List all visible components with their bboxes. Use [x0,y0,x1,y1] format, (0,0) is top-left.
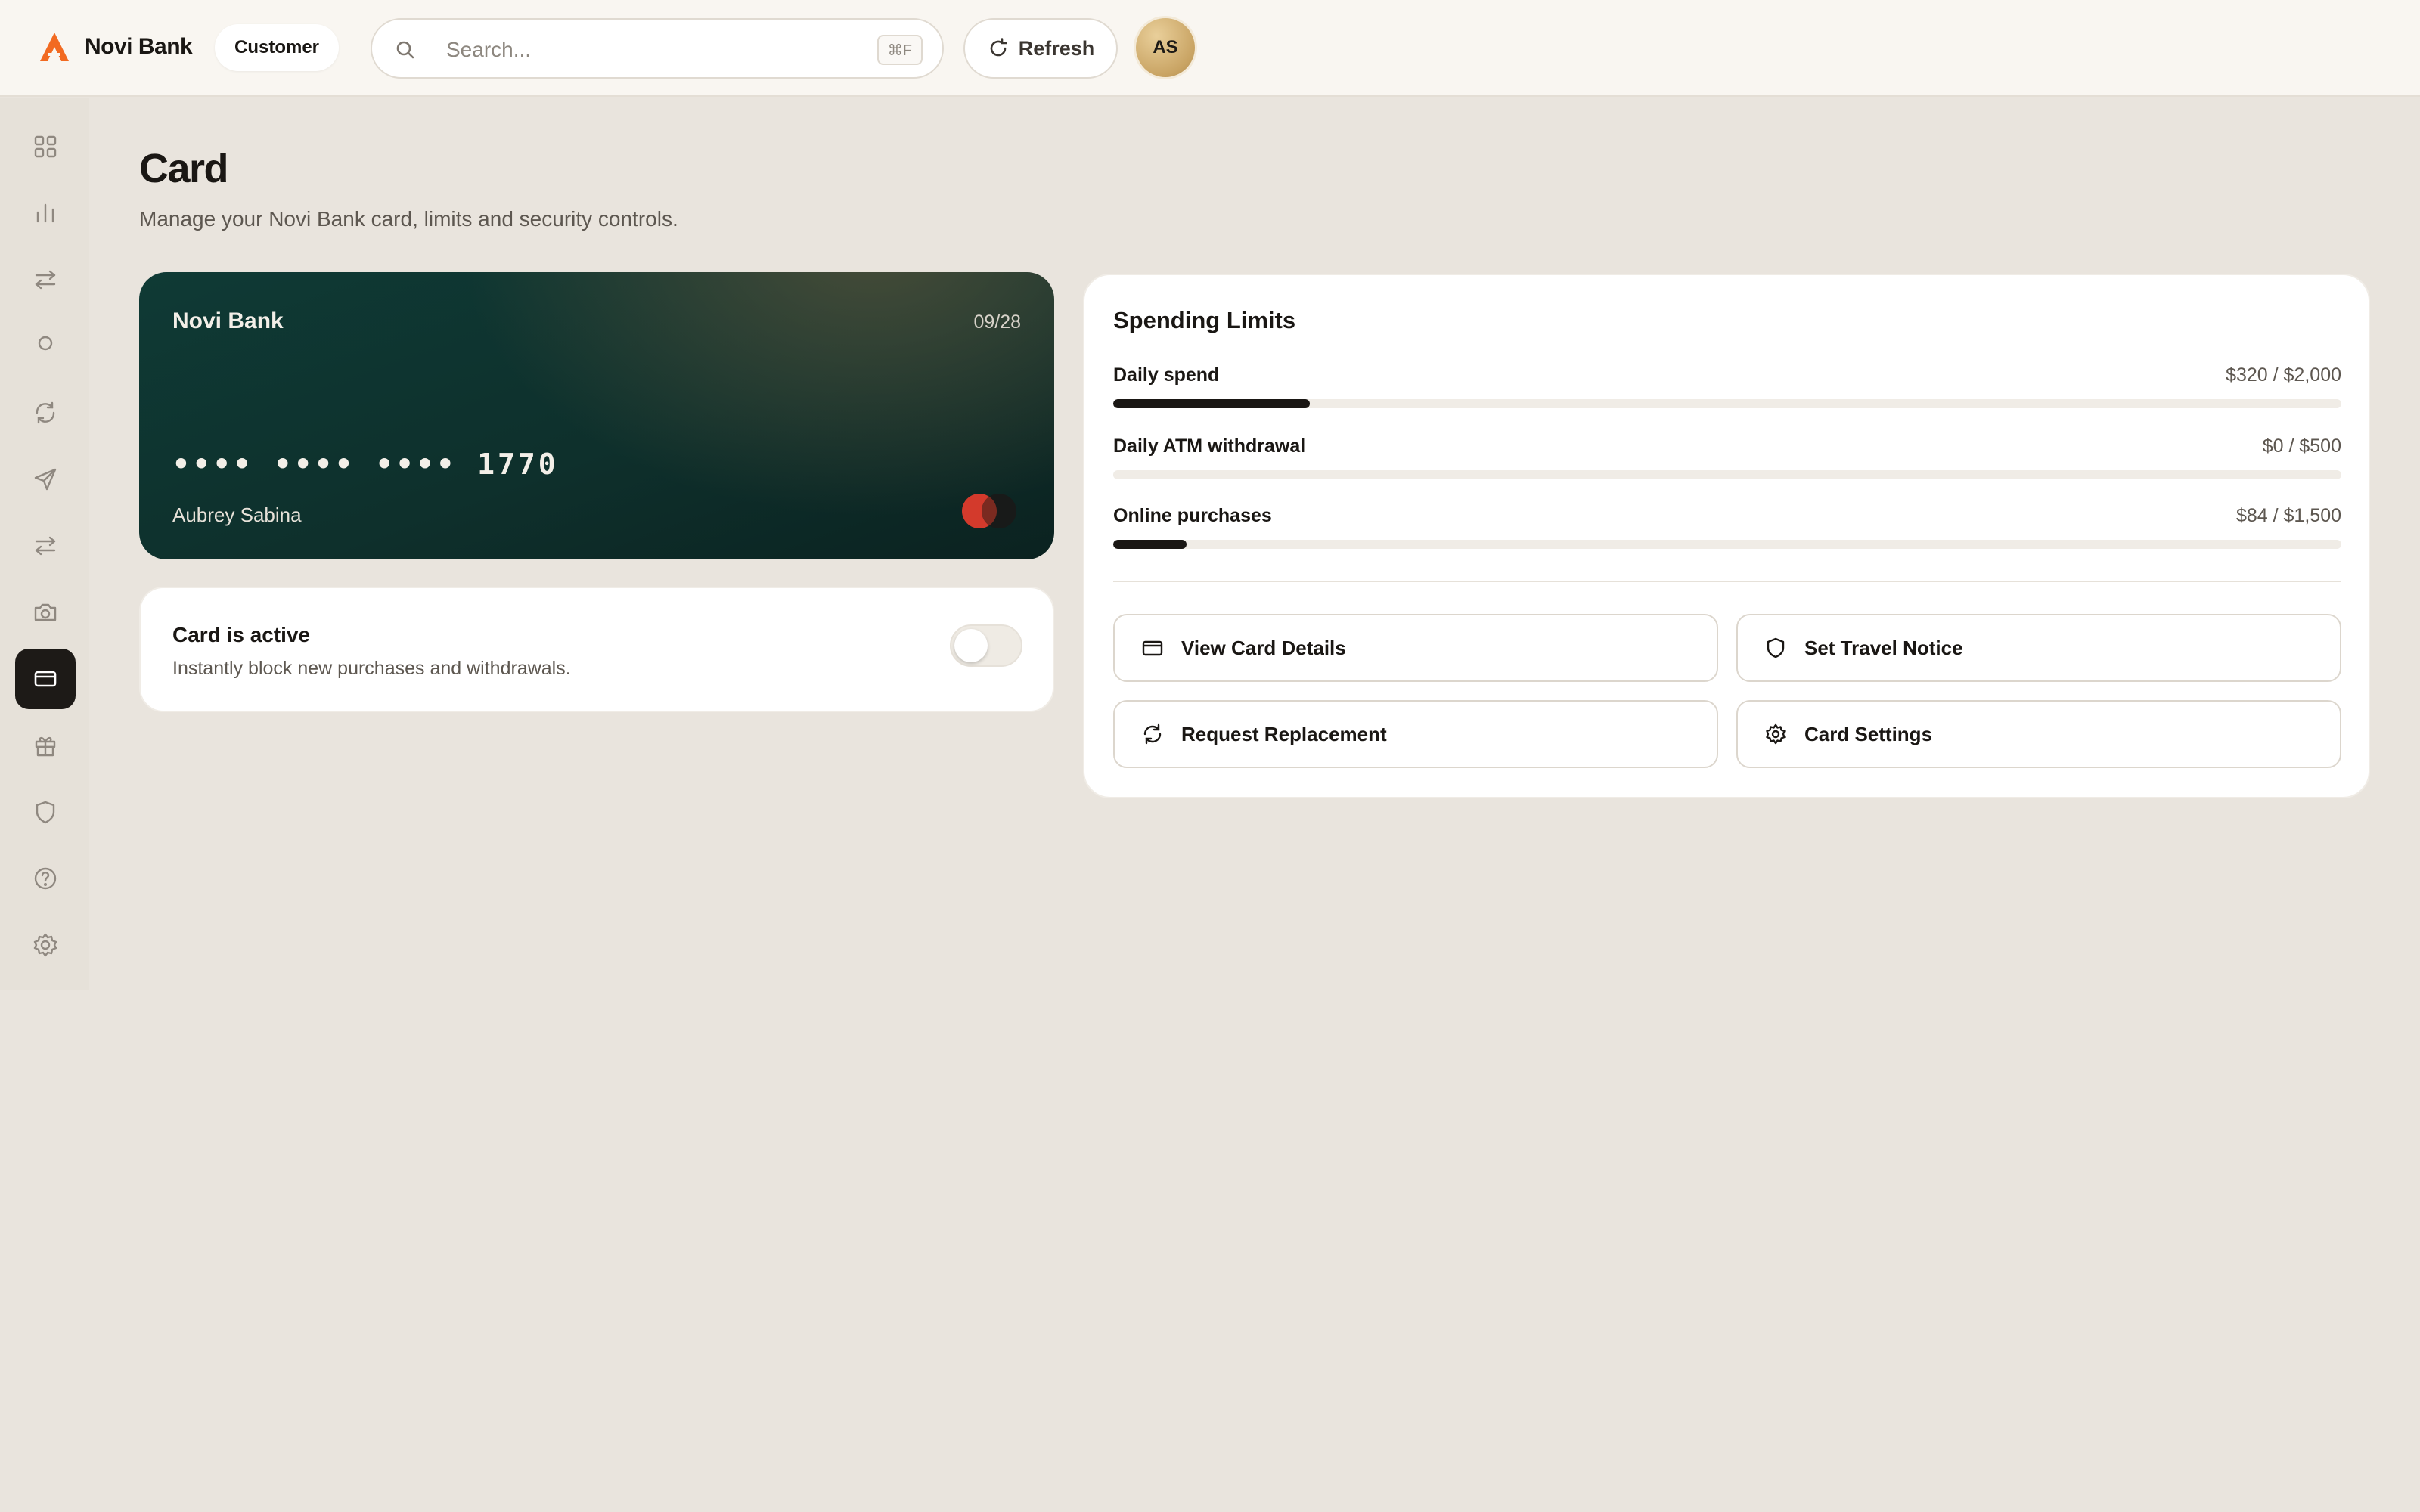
card-status-title: Card is active [172,623,311,646]
limit-progress-fill [1113,540,1187,549]
transfer-icon [35,270,56,290]
circle-icon [38,336,53,351]
gift-icon [35,736,56,757]
page-title: Card [139,146,229,191]
send-icon [34,468,57,491]
card-bank-name: Novi Bank [172,308,284,333]
spending-limits-title: Spending Limits [1113,307,1296,333]
sidebar-item-dashboard[interactable] [15,116,76,177]
brand-logo-icon [40,33,69,61]
shield-icon [1767,637,1785,658]
brand-name: Novi Bank [85,34,193,59]
set-travel-notice-button[interactable]: Set Travel Notice [1736,614,2341,682]
exchange-icon [35,536,56,556]
sidebar-item-exchange[interactable] [15,516,76,576]
view-card-details-button[interactable]: View Card Details [1113,614,1718,682]
limit-progress-track [1113,399,2341,408]
card-status-panel: Card is active Instantly block new purch… [139,587,1054,712]
limit-value: $84 / $1,500 [2235,505,2341,526]
sidebar-item-deposit[interactable] [15,582,76,643]
credit-card-icon [1142,640,1163,656]
settings-icon [33,933,57,957]
settings-icon [1766,723,1786,745]
sidebar-item-settings[interactable] [15,915,76,975]
camera-icon [34,603,57,621]
limit-row-daily-spend: Daily spend $320 / $2,000 [1113,364,2341,417]
spending-limits-panel: Spending Limits Daily spend $320 / $2,00… [1083,274,2370,798]
sidebar-item-security[interactable] [15,782,76,842]
avatar[interactable]: AS [1136,18,1195,77]
limit-label: Daily ATM withdrawal [1113,435,1306,457]
shield-icon [36,801,55,824]
limit-value: $320 / $2,000 [2226,364,2341,386]
card-number: •••• •••• •••• 1770 [172,448,559,481]
limit-progress-track [1113,540,2341,549]
limit-progress-track [1113,470,2341,479]
top-header: Novi Bank Customer ⌘F Refresh AS [0,0,2420,97]
credit-card-icon [34,671,57,687]
view-card-details-label: View Card Details [1181,636,1346,659]
grid-icon [34,135,57,158]
sidebar-item-transfers[interactable] [15,249,76,310]
divider [1113,581,2341,582]
sidebar-item-send[interactable] [15,449,76,510]
role-badge[interactable]: Customer [215,24,340,71]
bank-card[interactable]: Novi Bank 09/28 •••• •••• •••• 1770 Aubr… [139,272,1054,559]
limit-label: Online purchases [1113,505,1272,526]
card-settings-button[interactable]: Card Settings [1736,700,2341,768]
brand[interactable]: Novi Bank [38,30,193,64]
limit-value: $0 / $500 [2262,435,2341,457]
sidebar [0,98,89,990]
search-input[interactable] [446,33,839,67]
limit-label: Daily spend [1113,364,1220,386]
request-replacement-label: Request Replacement [1181,722,1387,745]
refresh-icon [36,401,55,424]
request-replacement-button[interactable]: Request Replacement [1113,700,1718,768]
card-network-logo-icon [962,494,1016,528]
card-expiry: 09/28 [973,311,1021,333]
page-subtitle: Manage your Novi Bank card, limits and s… [139,207,678,231]
sidebar-item-recurring[interactable] [15,383,76,443]
limit-row-atm-withdrawal: Daily ATM withdrawal $0 / $500 [1113,435,2341,488]
refresh-icon [1143,723,1162,745]
refresh-icon [990,38,1007,57]
search-icon [396,41,414,59]
sidebar-item-overview[interactable] [15,313,76,373]
limit-row-online-purchases: Online purchases $84 / $1,500 [1113,505,2341,558]
card-holder-name: Aubrey Sabina [172,503,302,526]
search-shortcut-hint: ⌘F [876,35,923,65]
card-freeze-toggle[interactable] [950,624,1022,667]
refresh-button[interactable]: Refresh [963,18,1118,79]
card-status-description: Instantly block new purchases and withdr… [172,658,571,679]
bar-chart-icon [36,203,54,223]
sidebar-item-analytics[interactable] [15,183,76,243]
help-icon [34,867,57,890]
set-travel-notice-label: Set Travel Notice [1804,636,1963,659]
card-settings-label: Card Settings [1804,722,1933,745]
search-bar[interactable]: ⌘F [371,18,944,79]
sidebar-item-card[interactable] [15,649,76,709]
limit-progress-fill [1113,399,1310,408]
sidebar-item-rewards[interactable] [15,715,76,776]
sidebar-item-help[interactable] [15,848,76,909]
refresh-label: Refresh [1018,36,1095,60]
toggle-knob [954,629,988,662]
